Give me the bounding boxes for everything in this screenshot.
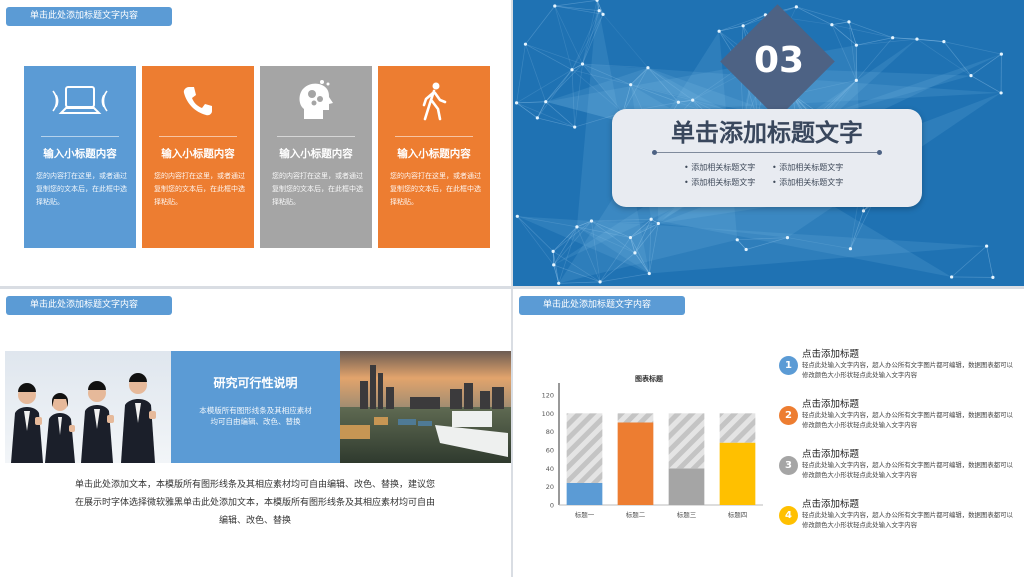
- slide-3[interactable]: 单击此处添加标题文字内容 研究可行性说明 本模版所有图形线条及其相应素材均可自由…: [0, 289, 511, 577]
- card-body: 您的内容打在这里，或者通过复制您的文本后，在此框中选择粘贴。: [272, 172, 363, 206]
- bar-remainder: [566, 413, 603, 483]
- card-body: 您的内容打在这里，或者通过复制您的文本后，在此框中选择粘贴。: [154, 172, 245, 206]
- slide-1[interactable]: 单击此处添加标题文字内容 输入小标题内容 您的内容打在这里，或者通过复制您的文本…: [0, 0, 511, 286]
- number-badge: 1: [779, 356, 798, 375]
- phone-icon: [142, 76, 254, 126]
- title-divider: [652, 150, 882, 155]
- section-title: 单击添加标题文字: [671, 119, 863, 147]
- slide-4-chart[interactable]: 单击此处添加标题文字内容 图表标题 0 20 40 60 80 100 120 标题一 标题二 标题…: [513, 289, 1024, 577]
- y-tick-label: 40: [546, 465, 554, 473]
- body-line: 在展示时字体选择微软雅黑单击此处添加文本，本模版所有图形线条及其相应素材均可自由: [74, 498, 435, 508]
- section-item: • 添加相关标题文字: [684, 178, 756, 187]
- item-desc: 轻点此处输入文字内容，超人办公所有文字图片都可编辑，数据图表都可以修改颜色大小形…: [802, 361, 1013, 379]
- x-tick-label: 标题二: [626, 510, 646, 519]
- section-item: • 添加相关标题文字: [684, 163, 756, 172]
- item-title: 点击添加标题: [802, 499, 860, 510]
- item-desc: 轻点此处输入文字内容，超人办公所有文字图片都可编辑，数据图表都可以修改颜色大小形…: [802, 461, 1013, 479]
- body-paragraph: 单击此处添加文本，本模版所有图形线条及其相应素材均可自由编辑、改色、替换，建议您…: [40, 476, 470, 530]
- feasibility-body: 本模版所有图形线条及其相应素材均可自由编辑、改色、替换: [199, 406, 312, 426]
- feature-card[interactable]: 输入小标题内容 您的内容打在这里，或者通过复制您的文本后，在此框中选择粘贴。: [24, 66, 136, 248]
- list-item[interactable]: 4 点击添加标题 轻点此处输入文字内容，超人办公所有文字图片都可编辑，数据图表都…: [776, 496, 1016, 546]
- item-title: 点击添加标题: [802, 349, 860, 360]
- bar-value: [668, 468, 705, 505]
- bar-remainder: [668, 413, 705, 469]
- walking-person-icon: [378, 76, 490, 126]
- y-tick-label: 120: [542, 392, 554, 400]
- card-divider: [277, 136, 355, 137]
- slide-header-tag: 单击此处添加标题文字内容: [519, 296, 685, 315]
- card-divider: [395, 136, 473, 137]
- list-item[interactable]: 2 点击添加标题 轻点此处输入文字内容，超人办公所有文字图片都可编辑，数据图表都…: [776, 396, 1016, 446]
- slide-header-tag: 单击此处添加标题文字内容: [6, 7, 172, 26]
- card-title: 输入小标题内容: [279, 148, 353, 160]
- card-divider: [41, 136, 119, 137]
- section-item: • 添加相关标题文字: [772, 178, 844, 187]
- section-number: 03: [753, 40, 805, 81]
- slide-2-section-cover[interactable]: 03 单击添加标题文字 • 添加相关标题文字 • 添加相关标题文字 • 添加相关…: [513, 0, 1024, 286]
- card-title: 输入小标题内容: [397, 148, 471, 160]
- list-item[interactable]: 1 点击添加标题 轻点此处输入文字内容，超人办公所有文字图片都可编辑，数据图表都…: [776, 346, 1016, 396]
- number-badge: 2: [779, 406, 798, 425]
- feature-card[interactable]: 输入小标题内容 您的内容打在这里，或者通过复制您的文本后，在此框中选择粘贴。: [142, 66, 254, 248]
- item-title: 点击添加标题: [802, 399, 860, 410]
- body-line: 编辑、改色、替换: [218, 516, 291, 526]
- feasibility-box[interactable]: 研究可行性说明 本模版所有图形线条及其相应素材均可自由编辑、改色、替换: [171, 351, 340, 463]
- bar-value: [566, 483, 603, 505]
- card-divider: [159, 136, 237, 137]
- y-tick-label: 80: [546, 428, 554, 436]
- x-tick-label: 标题四: [728, 510, 748, 519]
- feature-card[interactable]: 输入小标题内容 您的内容打在这里，或者通过复制您的文本后，在此框中选择粘贴。: [260, 66, 372, 248]
- x-tick-label: 标题三: [677, 510, 697, 519]
- item-title: 点击添加标题: [802, 449, 860, 460]
- item-desc: 轻点此处输入文字内容，超人办公所有文字图片都可编辑，数据图表都可以修改颜色大小形…: [802, 411, 1013, 429]
- head-gears-icon: [260, 76, 372, 126]
- section-title-panel[interactable]: 单击添加标题文字 • 添加相关标题文字 • 添加相关标题文字 • 添加相关标题文…: [612, 109, 922, 207]
- y-tick-label: 60: [546, 447, 554, 455]
- legend-list: 1 点击添加标题 轻点此处输入文字内容，超人办公所有文字图片都可编辑，数据图表都…: [776, 346, 1016, 546]
- y-tick-label: 20: [546, 483, 554, 491]
- card-body: 您的内容打在这里，或者通过复制您的文本后，在此框中选择粘贴。: [390, 172, 481, 206]
- list-item[interactable]: 3 点击添加标题 轻点此处输入文字内容，超人办公所有文字图片都可编辑，数据图表都…: [776, 446, 1016, 496]
- y-tick-label: 100: [542, 410, 554, 418]
- laptop-icon: [24, 76, 136, 126]
- body-line: 单击此处添加文本，本模版所有图形线条及其相应素材均可自由编辑、改色、替换，建议您: [74, 480, 435, 490]
- bar-value: [719, 442, 756, 505]
- card-body: 您的内容打在这里，或者通过复制您的文本后，在此框中选择粘贴。: [36, 172, 127, 206]
- card-title: 输入小标题内容: [161, 148, 235, 160]
- y-tick-label: 0: [550, 502, 554, 510]
- item-desc: 轻点此处输入文字内容，超人办公所有文字图片都可编辑，数据图表都可以修改颜色大小形…: [802, 511, 1013, 529]
- feasibility-title: 研究可行性说明: [213, 376, 298, 390]
- bar-value: [617, 422, 654, 505]
- card-title: 输入小标题内容: [43, 148, 117, 160]
- number-badge: 3: [779, 456, 798, 475]
- number-badge: 4: [779, 506, 798, 525]
- business-team-photo: [5, 351, 171, 463]
- x-tick-label: 标题一: [575, 510, 595, 519]
- section-item: • 添加相关标题文字: [772, 163, 844, 172]
- bar-remainder: [719, 413, 756, 443]
- stacked-bar-chart[interactable]: 图表标题 0 20 40 60 80 100 120 标题一 标题二 标题三 标题四: [531, 359, 771, 539]
- harbor-photo: [340, 351, 511, 463]
- bar-remainder: [617, 413, 654, 423]
- chart-title: 图表标题: [635, 374, 664, 383]
- slide-header-tag: 单击此处添加标题文字内容: [6, 296, 172, 315]
- feature-card[interactable]: 输入小标题内容 您的内容打在这里，或者通过复制您的文本后，在此框中选择粘贴。: [378, 66, 490, 248]
